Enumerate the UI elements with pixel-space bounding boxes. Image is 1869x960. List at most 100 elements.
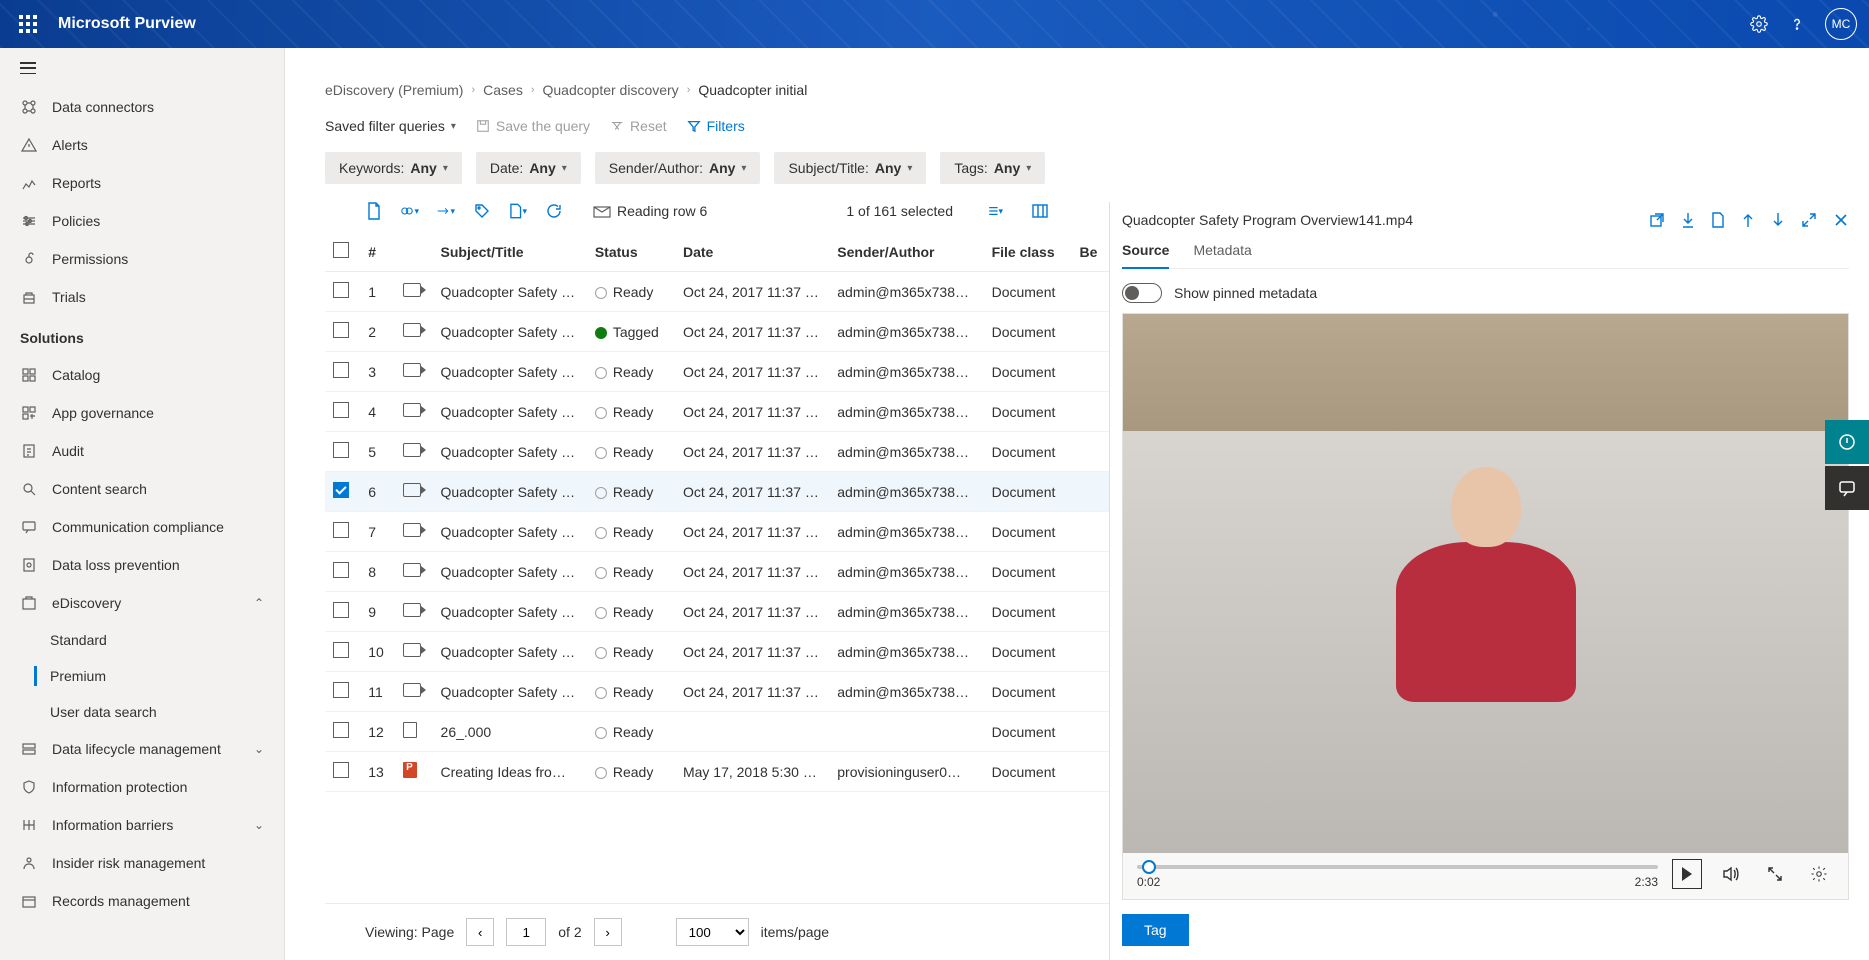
- nav-item[interactable]: Audit: [0, 432, 284, 470]
- nav-item[interactable]: App governance: [0, 394, 284, 432]
- row-checkbox[interactable]: [333, 522, 349, 538]
- next-page-button[interactable]: ›: [594, 918, 622, 946]
- nav-item[interactable]: Insider risk management: [0, 844, 284, 882]
- row-checkbox[interactable]: [333, 482, 349, 498]
- row-checkbox[interactable]: [333, 282, 349, 298]
- column-header[interactable]: #: [360, 232, 395, 272]
- video-progress-bar[interactable]: [1137, 865, 1658, 869]
- show-pinned-metadata-toggle[interactable]: [1122, 283, 1162, 303]
- tag-action-icon[interactable]: [473, 202, 491, 220]
- row-checkbox[interactable]: [333, 402, 349, 418]
- expand-icon[interactable]: [1801, 212, 1817, 228]
- table-row[interactable]: 13 Creating Ideas fro… Ready May 17, 201…: [325, 752, 1109, 792]
- user-avatar[interactable]: MC: [1825, 8, 1857, 40]
- row-checkbox[interactable]: [333, 602, 349, 618]
- reset-button[interactable]: Reset: [610, 118, 667, 134]
- arrow-up-icon[interactable]: [1741, 212, 1755, 228]
- nav-subitem[interactable]: Premium: [0, 658, 284, 694]
- new-file-icon[interactable]: [1711, 212, 1725, 228]
- tag-button[interactable]: Tag: [1122, 914, 1189, 946]
- nav-item[interactable]: Trials: [0, 278, 284, 316]
- nav-item[interactable]: Policies: [0, 202, 284, 240]
- group-action-icon[interactable]: ▾: [401, 202, 419, 220]
- popout-icon[interactable]: [1649, 212, 1665, 228]
- filter-pill[interactable]: Sender/Author: Any ▾: [595, 152, 761, 184]
- nav-item[interactable]: Permissions: [0, 240, 284, 278]
- prev-page-button[interactable]: ‹: [466, 918, 494, 946]
- nav-item[interactable]: Content search: [0, 470, 284, 508]
- row-checkbox[interactable]: [333, 642, 349, 658]
- detail-tab[interactable]: Source: [1122, 236, 1169, 268]
- hamburger-icon[interactable]: [0, 48, 284, 88]
- table-row[interactable]: 1 Quadcopter Safety … Ready Oct 24, 2017…: [325, 272, 1109, 312]
- table-row[interactable]: 7 Quadcopter Safety … Ready Oct 24, 2017…: [325, 512, 1109, 552]
- table-row[interactable]: 10 Quadcopter Safety … Ready Oct 24, 201…: [325, 632, 1109, 672]
- nav-item[interactable]: Reports: [0, 164, 284, 202]
- save-query-button[interactable]: Save the query: [476, 118, 590, 134]
- app-launcher-icon[interactable]: [12, 8, 44, 40]
- video-settings-icon[interactable]: [1804, 859, 1834, 889]
- filter-pill[interactable]: Date: Any ▾: [476, 152, 581, 184]
- video-player[interactable]: 0:02 2:33: [1122, 313, 1849, 900]
- nav-item[interactable]: Catalog: [0, 356, 284, 394]
- row-checkbox[interactable]: [333, 722, 349, 738]
- settings-gear-icon[interactable]: [1749, 14, 1769, 34]
- table-row[interactable]: 8 Quadcopter Safety … Ready Oct 24, 2017…: [325, 552, 1109, 592]
- download-icon[interactable]: [1681, 212, 1695, 228]
- columns-icon[interactable]: [1031, 202, 1049, 220]
- breadcrumb-item[interactable]: Cases: [483, 82, 523, 98]
- filter-pill[interactable]: Subject/Title: Any ▾: [774, 152, 926, 184]
- nav-item[interactable]: Information protection: [0, 768, 284, 806]
- nav-item[interactable]: Information barriers⌄: [0, 806, 284, 844]
- nav-item[interactable]: Communication compliance: [0, 508, 284, 546]
- table-row[interactable]: 9 Quadcopter Safety … Ready Oct 24, 2017…: [325, 592, 1109, 632]
- nav-subitem[interactable]: User data search: [0, 694, 284, 730]
- row-checkbox[interactable]: [333, 562, 349, 578]
- navigate-action-icon[interactable]: ▾: [437, 202, 455, 220]
- row-checkbox[interactable]: [333, 762, 349, 778]
- fullscreen-icon[interactable]: [1760, 859, 1790, 889]
- row-checkbox[interactable]: [333, 442, 349, 458]
- row-checkbox[interactable]: [333, 322, 349, 338]
- nav-item[interactable]: Data connectors: [0, 88, 284, 126]
- chat-icon[interactable]: [1825, 466, 1869, 510]
- feedback-icon[interactable]: [1825, 420, 1869, 464]
- refresh-icon[interactable]: [545, 202, 563, 220]
- column-header[interactable]: Sender/Author: [829, 232, 983, 272]
- arrow-down-icon[interactable]: [1771, 212, 1785, 228]
- column-header[interactable]: Be: [1072, 232, 1109, 272]
- breadcrumb-item[interactable]: Quadcopter discovery: [543, 82, 679, 98]
- table-row[interactable]: 3 Quadcopter Safety … Ready Oct 24, 2017…: [325, 352, 1109, 392]
- nav-item[interactable]: Records management: [0, 882, 284, 920]
- close-icon[interactable]: [1833, 212, 1849, 228]
- page-number-input[interactable]: [506, 918, 546, 946]
- table-row[interactable]: 11 Quadcopter Safety … Ready Oct 24, 201…: [325, 672, 1109, 712]
- table-row[interactable]: 5 Quadcopter Safety … Ready Oct 24, 2017…: [325, 432, 1109, 472]
- list-view-icon[interactable]: ▾: [985, 202, 1003, 220]
- nav-item[interactable]: Data lifecycle management⌄: [0, 730, 284, 768]
- table-row[interactable]: 2 Quadcopter Safety … Tagged Oct 24, 201…: [325, 312, 1109, 352]
- breadcrumb-item[interactable]: eDiscovery (Premium): [325, 82, 463, 98]
- items-per-page-select[interactable]: 100: [676, 918, 749, 946]
- table-row[interactable]: 12 26_.000 Ready Document: [325, 712, 1109, 752]
- table-row[interactable]: 6 Quadcopter Safety … Ready Oct 24, 2017…: [325, 472, 1109, 512]
- volume-icon[interactable]: [1716, 859, 1746, 889]
- help-icon[interactable]: [1787, 14, 1807, 34]
- saved-filter-queries-button[interactable]: Saved filter queries▾: [325, 118, 456, 134]
- column-header[interactable]: File class: [984, 232, 1072, 272]
- table-row[interactable]: 4 Quadcopter Safety … Ready Oct 24, 2017…: [325, 392, 1109, 432]
- column-header[interactable]: [395, 232, 432, 272]
- nav-item[interactable]: Data loss prevention: [0, 546, 284, 584]
- row-checkbox[interactable]: [333, 362, 349, 378]
- filters-button[interactable]: Filters: [687, 118, 745, 134]
- nav-item[interactable]: Alerts: [0, 126, 284, 164]
- play-button[interactable]: [1672, 859, 1702, 889]
- row-checkbox[interactable]: [333, 682, 349, 698]
- nav-subitem[interactable]: Standard: [0, 622, 284, 658]
- column-header[interactable]: Date: [675, 232, 829, 272]
- column-header[interactable]: Status: [587, 232, 675, 272]
- column-header[interactable]: Subject/Title: [433, 232, 587, 272]
- nav-item[interactable]: eDiscovery⌃: [0, 584, 284, 622]
- document-action-icon[interactable]: [365, 202, 383, 220]
- detail-tab[interactable]: Metadata: [1193, 236, 1251, 268]
